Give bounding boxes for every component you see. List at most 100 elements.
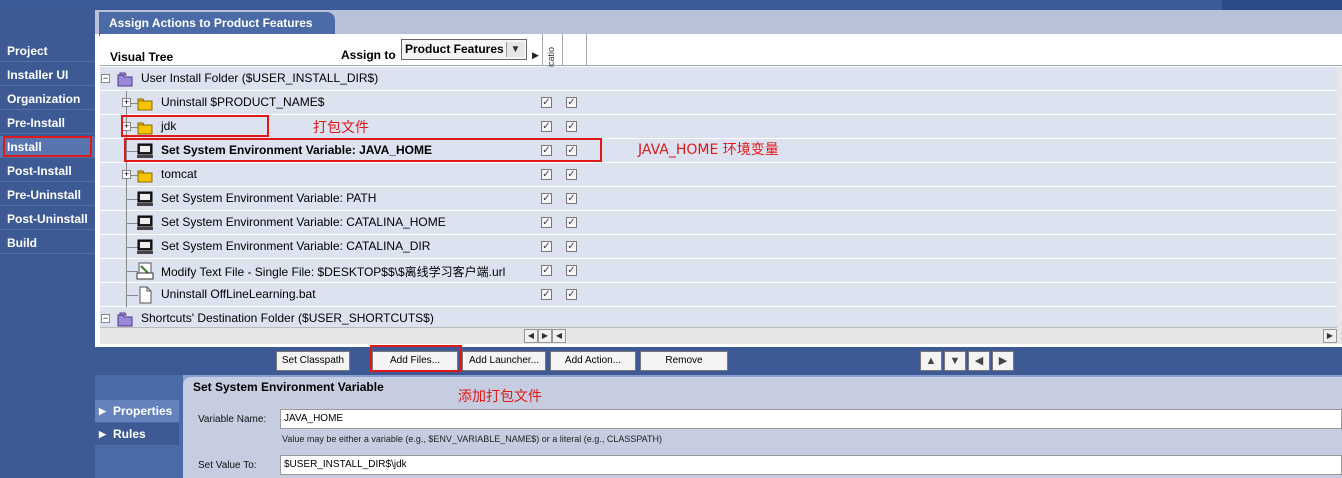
- top-strip-right: [1222, 0, 1342, 10]
- application-checkbox[interactable]: ✓: [541, 241, 552, 252]
- application-checkbox[interactable]: ✓: [541, 169, 552, 180]
- computer-icon: [136, 214, 154, 232]
- caret-right-icon: ▶: [99, 429, 106, 439]
- set-classpath-button[interactable]: Set Classpath: [276, 351, 350, 371]
- help-checkbox[interactable]: ✓: [566, 289, 577, 300]
- nav-item-organization[interactable]: Organization: [0, 88, 95, 110]
- application-checkbox[interactable]: ✓: [541, 121, 552, 132]
- annotation-java-home: JAVA_HOME 环境变量: [638, 142, 779, 158]
- move-down-icon[interactable]: ▼: [944, 351, 966, 371]
- column-separator: [562, 34, 563, 66]
- help-checkbox[interactable]: ✓: [566, 193, 577, 204]
- ascii-file-icon: [136, 262, 154, 280]
- nav-item-pre-install[interactable]: Pre-Install: [0, 112, 95, 134]
- tree-row[interactable]: Set System Environment Variable: CATALIN…: [100, 235, 1337, 259]
- tree-row[interactable]: Set System Environment Variable: CATALIN…: [100, 211, 1337, 235]
- application-checkbox[interactable]: ✓: [541, 217, 552, 228]
- move-right-icon[interactable]: ▶: [992, 351, 1014, 371]
- nav-item-post-install[interactable]: Post-Install: [0, 160, 95, 182]
- help-checkbox[interactable]: ✓: [566, 169, 577, 180]
- properties-sidebar: ▶ Properties ▶ Rules: [95, 375, 183, 478]
- expand-icon[interactable]: +: [122, 98, 131, 107]
- tree-row[interactable]: + tomcat ✓ ✓: [100, 163, 1337, 187]
- install-highlight-box: [3, 136, 92, 157]
- top-strip: [0, 0, 1342, 10]
- visual-tree: − User Install Folder ($USER_INSTALL_DIR$…: [100, 67, 1337, 331]
- help-checkbox[interactable]: ✓: [566, 121, 577, 132]
- tree-row-label: Uninstall $PRODUCT_NAME$: [161, 95, 325, 109]
- tab-rules-label: Rules: [113, 427, 146, 441]
- properties-section-title: Set System Environment Variable: [183, 377, 1342, 397]
- application-checkbox[interactable]: ✓: [541, 289, 552, 300]
- chevron-down-icon[interactable]: ▼: [506, 42, 524, 57]
- annotation-pack-files: 打包文件: [313, 120, 369, 136]
- help-checkbox[interactable]: ✓: [566, 241, 577, 252]
- nav-item-pre-uninstall[interactable]: Pre-Uninstall: [0, 184, 95, 206]
- caret-right-icon: ▶: [99, 406, 106, 416]
- variable-name-hint: Value may be either a variable (e.g., $E…: [282, 434, 662, 444]
- column-separator: [542, 34, 543, 66]
- tree-row-label: User Install Folder ($USER_INSTALL_DIR$): [141, 71, 379, 85]
- annotation-add-pack-files: 添加打包文件: [458, 389, 542, 405]
- vertical-scrollbar[interactable]: [1337, 67, 1342, 344]
- assign-to-label: Assign to: [341, 48, 396, 62]
- tree-row-label: Set System Environment Variable: CATALIN…: [161, 239, 431, 253]
- move-left-icon[interactable]: ◀: [968, 351, 990, 371]
- tab-rules[interactable]: ▶ Rules: [95, 423, 179, 445]
- add-action-button[interactable]: Add Action...: [550, 351, 636, 371]
- collapse-icon[interactable]: −: [101, 74, 110, 83]
- tree-row-label: Modify Text File - Single File: $DESKTOP…: [161, 265, 506, 279]
- tab-properties-label: Properties: [113, 404, 173, 418]
- computer-icon: [136, 190, 154, 208]
- tree-row[interactable]: + Uninstall $PRODUCT_NAME$ ✓ ✓: [100, 91, 1337, 115]
- tree-row[interactable]: Modify Text File - Single File: $DESKTOP…: [100, 259, 1337, 283]
- add-launcher-button[interactable]: Add Launcher...: [462, 351, 546, 371]
- tree-row-label: tomcat: [161, 167, 198, 181]
- properties-panel: Set System Environment Variable Variable…: [183, 375, 1342, 478]
- move-up-icon[interactable]: ▲: [920, 351, 942, 371]
- horizontal-scrollbar[interactable]: ◀ ▶ ◀ ▶: [100, 327, 1337, 344]
- collapse-icon[interactable]: −: [101, 314, 110, 323]
- application-checkbox[interactable]: ✓: [541, 193, 552, 204]
- scroll-right-icon[interactable]: ▶: [538, 329, 552, 343]
- tree-row-label: Shortcuts' Destination Folder ($USER_SHO…: [141, 311, 434, 325]
- expand-icon[interactable]: +: [122, 170, 131, 179]
- tree-row-label: Set System Environment Variable: PATH: [161, 191, 377, 205]
- section-title-text: Set System Environment Variable: [193, 380, 384, 394]
- help-checkbox[interactable]: ✓: [566, 265, 577, 276]
- assign-actions-panel: Assign Actions to Product Features Visua…: [95, 10, 1342, 347]
- application-checkbox[interactable]: ✓: [541, 265, 552, 276]
- help-checkbox[interactable]: ✓: [566, 97, 577, 108]
- left-navigation: Project Installer UI Organization Pre-In…: [0, 10, 95, 478]
- tree-header: Visual Tree Assign to Product Features ▼…: [100, 34, 1342, 86]
- variable-name-label: Variable Name:: [198, 414, 267, 425]
- nav-item-project[interactable]: Project: [0, 40, 95, 62]
- tab-assign-actions[interactable]: Assign Actions to Product Features: [99, 12, 335, 36]
- remove-button[interactable]: Remove: [640, 351, 728, 371]
- tree-row[interactable]: Uninstall OffLineLearning.bat ✓ ✓: [100, 283, 1337, 307]
- purple-folder-icon: [116, 310, 134, 328]
- scroll-left-icon[interactable]: ◀: [524, 329, 538, 343]
- tree-row[interactable]: + jdk ✓ ✓: [100, 115, 1337, 139]
- nav-item-build[interactable]: Build: [0, 232, 95, 254]
- computer-icon: [136, 238, 154, 256]
- application-checkbox[interactable]: ✓: [541, 97, 552, 108]
- nav-item-installer-ui[interactable]: Installer UI: [0, 64, 95, 86]
- help-checkbox[interactable]: ✓: [566, 217, 577, 228]
- tree-row[interactable]: Set System Environment Variable: PATH ✓ ✓: [100, 187, 1337, 211]
- tree-row[interactable]: − User Install Folder ($USER_INSTALL_DIR$…: [100, 67, 1337, 91]
- scroll-right-icon[interactable]: ▶: [1323, 329, 1337, 343]
- set-value-field[interactable]: $USER_INSTALL_DIR$\jdk: [280, 455, 1342, 475]
- assign-to-value: Product Features: [405, 42, 504, 56]
- column-separator: [586, 34, 587, 66]
- tab-properties[interactable]: ▶ Properties: [95, 400, 179, 422]
- add-files-highlight-box: [370, 345, 462, 372]
- scroll-left-icon[interactable]: ◀: [552, 329, 566, 343]
- assign-to-select[interactable]: Product Features ▼: [401, 39, 527, 60]
- variable-name-field[interactable]: JAVA_HOME: [280, 409, 1342, 429]
- tree-row-label: Set System Environment Variable: CATALIN…: [161, 215, 446, 229]
- action-button-bar: Set Classpath Add Files... Add Launcher.…: [95, 347, 1342, 375]
- nav-item-post-uninstall[interactable]: Post-Uninstall: [0, 208, 95, 230]
- document-icon: [136, 286, 154, 304]
- visual-tree-label: Visual Tree: [110, 50, 174, 64]
